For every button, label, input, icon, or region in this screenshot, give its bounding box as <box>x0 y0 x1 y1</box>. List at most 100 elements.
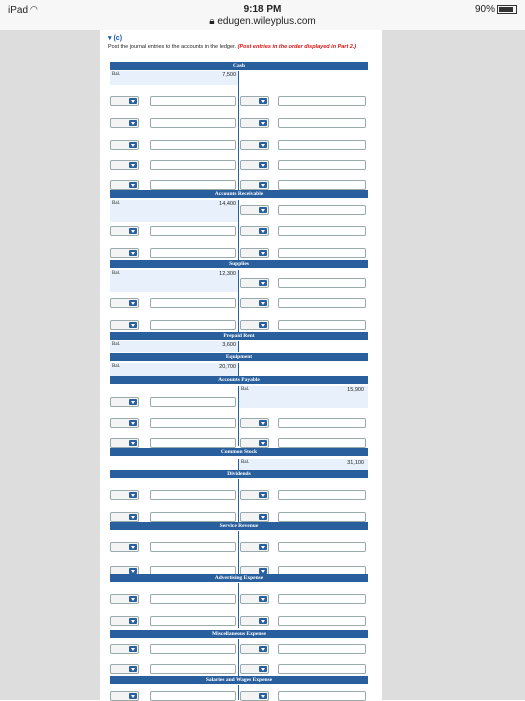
credit-amount-input[interactable] <box>278 160 366 170</box>
credit-amount-input[interactable] <box>278 616 366 626</box>
debit-amount-input[interactable] <box>150 140 236 150</box>
account-header-supplies: Supplies <box>110 260 368 268</box>
credit-date-select[interactable] <box>240 278 269 288</box>
debit-date-select[interactable] <box>110 594 139 604</box>
credit-amount-input[interactable] <box>278 205 366 215</box>
credit-amount-input[interactable] <box>278 118 366 128</box>
credit-date-select[interactable] <box>240 298 269 308</box>
debit-amount-input[interactable] <box>150 298 236 308</box>
credit-amount-input[interactable] <box>278 140 366 150</box>
credit-amount-input[interactable] <box>278 664 366 674</box>
credit-amount-input[interactable] <box>278 418 366 428</box>
debit-date-select[interactable] <box>110 644 139 654</box>
credit-date-select[interactable] <box>240 118 269 128</box>
debit-date-select[interactable] <box>110 438 139 448</box>
credit-date-select[interactable] <box>240 438 269 448</box>
debit-date-select[interactable] <box>110 248 139 258</box>
dropdown-arrow-icon <box>259 322 267 328</box>
debit-date-select[interactable] <box>110 616 139 626</box>
url-bar[interactable]: 🔒︎ edugen.wileyplus.com <box>0 16 525 27</box>
credit-date-select[interactable] <box>240 180 269 190</box>
t-account-divider <box>238 200 239 260</box>
account-header-accounts_receivable: Accounts Receivable <box>110 190 368 198</box>
credit-amount-input[interactable] <box>278 278 366 288</box>
debit-amount-input[interactable] <box>150 397 236 407</box>
debit-date-select[interactable] <box>110 542 139 552</box>
debit-amount-input[interactable] <box>150 438 236 448</box>
debit-amount-input[interactable] <box>150 118 236 128</box>
debit-amount-input[interactable] <box>150 616 236 626</box>
credit-amount-input[interactable] <box>278 248 366 258</box>
dropdown-arrow-icon <box>129 182 137 188</box>
dropdown-arrow-icon <box>259 492 267 498</box>
debit-date-select[interactable] <box>110 96 139 106</box>
debit-amount-input[interactable] <box>150 644 236 654</box>
debit-amount-input[interactable] <box>150 542 236 552</box>
credit-amount-input[interactable] <box>278 512 366 522</box>
debit-date-select[interactable] <box>110 397 139 407</box>
part-header[interactable]: ▾ (c) <box>108 34 122 42</box>
credit-amount-input[interactable] <box>278 320 366 330</box>
account-header-dividends: Dividends <box>110 470 368 478</box>
credit-date-select[interactable] <box>240 160 269 170</box>
credit-amount-input[interactable] <box>278 542 366 552</box>
credit-date-select[interactable] <box>240 96 269 106</box>
debit-amount-input[interactable] <box>150 96 236 106</box>
credit-amount-input[interactable] <box>278 96 366 106</box>
credit-amount-input[interactable] <box>278 490 366 500</box>
debit-amount-input[interactable] <box>150 320 236 330</box>
credit-amount-input[interactable] <box>278 644 366 654</box>
credit-amount-input[interactable] <box>278 226 366 236</box>
debit-date-select[interactable] <box>110 226 139 236</box>
credit-amount-input[interactable] <box>278 438 366 448</box>
credit-amount-input[interactable] <box>278 594 366 604</box>
debit-date-select[interactable] <box>110 118 139 128</box>
debit-date-select[interactable] <box>110 160 139 170</box>
dropdown-arrow-icon <box>129 98 137 104</box>
credit-date-select[interactable] <box>240 205 269 215</box>
debit-date-select[interactable] <box>110 320 139 330</box>
credit-date-select[interactable] <box>240 664 269 674</box>
credit-date-select[interactable] <box>240 320 269 330</box>
debit-amount-input[interactable] <box>150 664 236 674</box>
debit-amount-input[interactable] <box>150 180 236 190</box>
debit-date-select[interactable] <box>110 298 139 308</box>
credit-date-select[interactable] <box>240 140 269 150</box>
debit-amount-input[interactable] <box>150 594 236 604</box>
credit-date-select[interactable] <box>240 490 269 500</box>
debit-amount-input[interactable] <box>150 248 236 258</box>
debit-date-select[interactable] <box>110 512 139 522</box>
debit-date-select[interactable] <box>110 180 139 190</box>
credit-date-select[interactable] <box>240 248 269 258</box>
dropdown-arrow-icon <box>259 142 267 148</box>
credit-amount-input[interactable] <box>278 180 366 190</box>
dropdown-arrow-icon <box>129 596 137 602</box>
account-header-salaries_wages_expense: Salaries and Wages Expense <box>110 676 368 684</box>
debit-amount-input[interactable] <box>150 490 236 500</box>
debit-date-select[interactable] <box>110 418 139 428</box>
debit-date-select[interactable] <box>110 140 139 150</box>
t-account-divider <box>238 363 239 376</box>
battery-percent: 90% <box>474 4 495 15</box>
credit-amount-input[interactable] <box>278 298 366 308</box>
debit-date-select[interactable] <box>110 664 139 674</box>
debit-amount-input[interactable] <box>150 418 236 428</box>
debit-amount-input[interactable] <box>150 160 236 170</box>
debit-amount-input[interactable] <box>150 512 236 522</box>
url-text: edugen.wileyplus.com <box>217 16 316 27</box>
credit-date-select[interactable] <box>240 594 269 604</box>
debit-amount-input[interactable] <box>150 226 236 236</box>
credit-date-select[interactable] <box>240 542 269 552</box>
instructions: Post the journal entries to the accounts… <box>108 44 468 50</box>
dropdown-arrow-icon <box>129 399 137 405</box>
dropdown-arrow-icon <box>129 142 137 148</box>
credit-date-select[interactable] <box>240 226 269 236</box>
t-account-divider <box>238 341 239 352</box>
credit-date-select[interactable] <box>240 418 269 428</box>
t-account-divider <box>238 270 239 333</box>
credit-date-select[interactable] <box>240 644 269 654</box>
credit-date-select[interactable] <box>240 512 269 522</box>
debit-date-select[interactable] <box>110 490 139 500</box>
credit-date-select[interactable] <box>240 616 269 626</box>
account-header-service_revenue: Service Revenue <box>110 522 368 530</box>
